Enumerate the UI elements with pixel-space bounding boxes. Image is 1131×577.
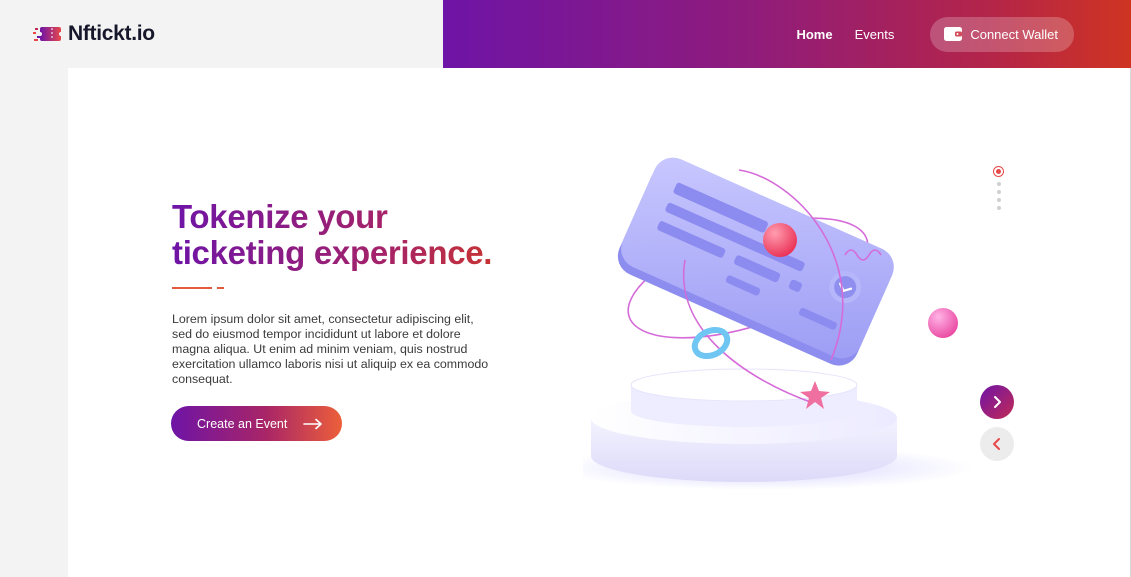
title-accent-divider xyxy=(172,287,224,289)
slider-dot[interactable] xyxy=(996,182,1001,186)
chevron-right-icon xyxy=(994,396,1001,408)
arrow-right-icon xyxy=(303,418,323,430)
create-event-button[interactable]: Create an Event xyxy=(171,406,342,441)
slider-pagination xyxy=(993,166,1005,212)
nav-link-events[interactable]: Events xyxy=(855,27,895,42)
brand-name[interactable]: Nftickt.io xyxy=(68,22,155,46)
hero-title-line-2: ticketing experience. xyxy=(172,234,493,271)
slider-dot-active[interactable] xyxy=(993,166,1004,177)
brand-area: Nftickt.io xyxy=(0,0,443,68)
slider-dot[interactable] xyxy=(996,206,1001,210)
chevron-left-icon xyxy=(993,438,1000,450)
hero-title: Tokenize your ticketing experience. xyxy=(172,199,532,271)
nav-link-home[interactable]: Home xyxy=(796,27,832,42)
wallet-icon xyxy=(944,27,963,41)
top-navigation: Home Events Connect Wallet xyxy=(443,0,1131,68)
slider-next-button[interactable] xyxy=(980,385,1014,419)
create-event-label: Create an Event xyxy=(197,416,288,431)
hero-description: Lorem ipsum dolor sit amet, consectetur … xyxy=(172,312,489,386)
hero-section: Tokenize your ticketing experience. Lore… xyxy=(68,68,1131,577)
connect-wallet-label: Connect Wallet xyxy=(970,26,1058,42)
slider-dot[interactable] xyxy=(996,190,1001,194)
slider-dot[interactable] xyxy=(996,198,1001,202)
ticket-logo-icon[interactable] xyxy=(33,25,63,43)
connect-wallet-button[interactable]: Connect Wallet xyxy=(930,16,1074,52)
ticket-illustration xyxy=(553,148,1003,508)
hero-title-line-1: Tokenize your xyxy=(172,198,388,235)
slider-prev-button[interactable] xyxy=(980,427,1014,461)
